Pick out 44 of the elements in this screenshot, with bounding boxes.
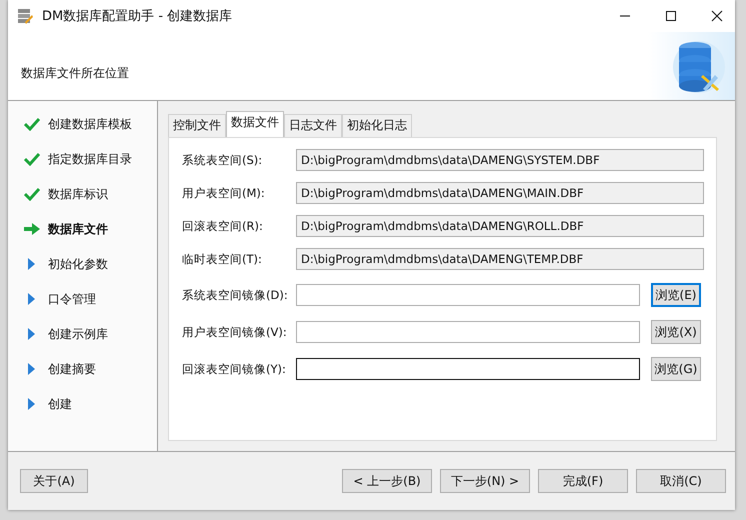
field-label: 回滚表空间(R):	[182, 218, 264, 234]
tab[interactable]: 控制文件	[168, 114, 226, 137]
browse-button[interactable]: 浏览(G)	[651, 357, 701, 381]
input-field[interactable]: D:\bigProgram\dmdbms\data\DAMENG\MAIN.DBF	[296, 182, 704, 204]
field-label: 回滚表空间镜像(Y):	[182, 362, 287, 376]
tab[interactable]: 数据文件	[226, 111, 284, 137]
check-icon	[24, 187, 40, 201]
wizard-button[interactable]: 下一步(N) >	[440, 469, 530, 493]
browse-button[interactable]: 浏览(E)	[651, 283, 701, 307]
step-label: 创建摘要	[48, 360, 96, 378]
field-label: 系统表空间(S):	[182, 152, 264, 168]
step-label: 创建数据库模板	[48, 116, 132, 132]
step-label: 创建	[48, 396, 72, 412]
step-label: 数据库标识	[48, 186, 108, 202]
input-field[interactable]: D:\bigProgram\dmdbms\data\DAMENG\SYSTEM.DBF	[296, 149, 704, 171]
input-field[interactable]	[296, 358, 640, 380]
app-icon	[16, 7, 34, 25]
check-icon	[24, 117, 40, 131]
browse-button[interactable]: 浏览(X)	[651, 320, 701, 344]
close-icon[interactable]	[711, 10, 723, 22]
input-field[interactable]	[296, 284, 640, 306]
window-title: DM数据库配置助手 - 创建数据库	[42, 8, 232, 25]
about-button[interactable]: 关于(A)	[20, 469, 88, 493]
field-label: 系统表空间镜像(D):	[182, 288, 289, 302]
wizard-button[interactable]: 完成(F)	[538, 469, 628, 493]
step-label: 数据库文件	[48, 220, 108, 238]
wizard-button[interactable]: 取消(C)	[636, 469, 726, 493]
wizard-button[interactable]: < 上一步(B)	[342, 469, 432, 493]
step-label: 初始化参数	[48, 256, 108, 272]
step-label: 指定数据库目录	[48, 150, 132, 168]
header-description: 数据库文件所在位置	[21, 64, 129, 82]
check-icon	[24, 152, 40, 166]
input-field[interactable]	[296, 321, 640, 343]
input-field[interactable]: D:\bigProgram\dmdbms\data\DAMENG\ROLL.DBF	[296, 215, 704, 237]
tab[interactable]: 日志文件	[284, 114, 342, 137]
maximize-icon[interactable]	[665, 10, 677, 22]
step-label: 创建示例库	[48, 326, 108, 342]
step-label: 口令管理	[48, 290, 96, 308]
field-label: 临时表空间(T):	[182, 252, 263, 266]
input-field[interactable]: D:\bigProgram\dmdbms\data\DAMENG\TEMP.DBF	[296, 248, 704, 270]
field-label: 用户表空间(M):	[182, 186, 266, 200]
arrow-icon	[24, 223, 40, 235]
field-label: 用户表空间镜像(V):	[182, 324, 288, 340]
tab[interactable]: 初始化日志	[342, 114, 412, 137]
